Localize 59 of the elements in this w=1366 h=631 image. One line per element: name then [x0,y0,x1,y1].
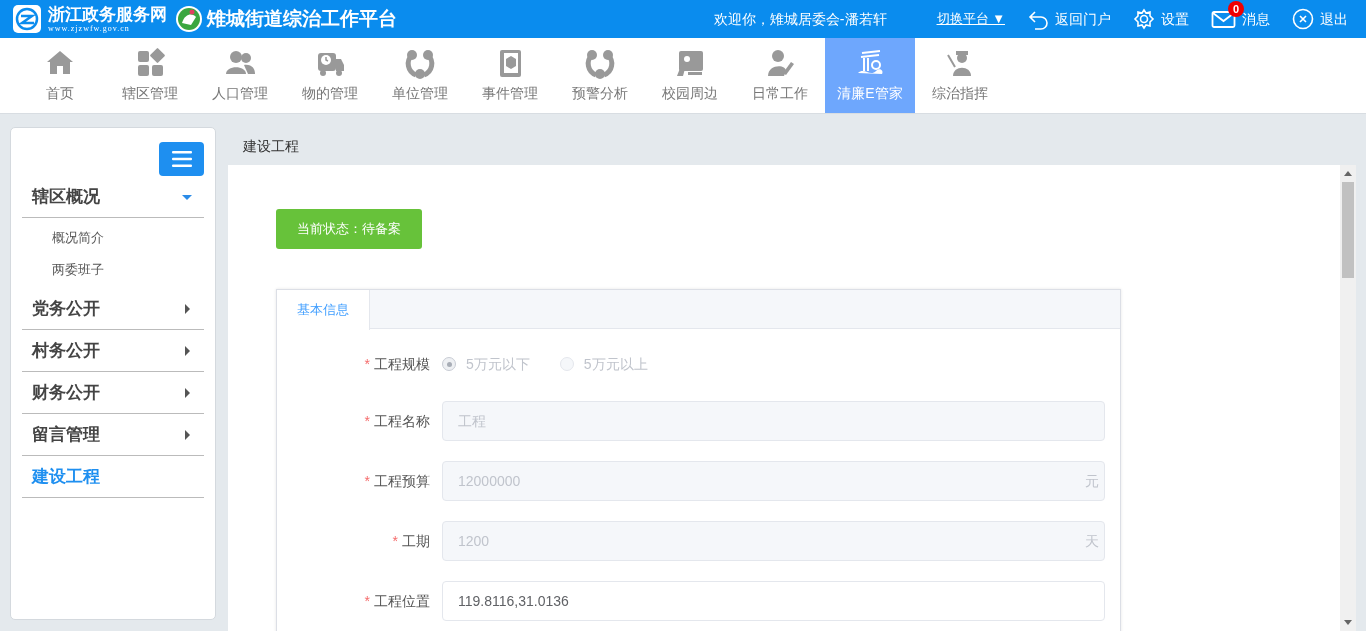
back-button[interactable]: 返回门户 [1027,8,1111,30]
required-mark: * [364,592,370,609]
welcome-text: 欢迎你，雉城居委会-潘若轩 [713,9,887,29]
sidebar-item[interactable]: 党务公开 [22,288,204,330]
menu-button[interactable] [159,142,204,176]
required-mark: * [364,412,370,429]
field-label: * 工期 [391,531,431,551]
caret-right-icon [182,345,192,356]
close-icon [1292,8,1314,30]
field-label: * 工程名称 [363,411,431,431]
input-field[interactable]: 119.8116,31.0136 [442,581,1105,621]
nav-tab[interactable]: 事件管理 [465,38,555,113]
nav-tab[interactable]: 单位管理 [375,38,465,113]
nav-tab[interactable]: 清廉E管家 [825,38,915,113]
portal-logo-icon [12,4,42,34]
sidebar-subitem[interactable]: 概况简介 [22,222,204,254]
switch-platform-link[interactable]: 切换平台 ▼ [936,9,1005,29]
required-mark: * [392,532,398,549]
nodes-icon [584,47,616,79]
logout-button[interactable]: 退出 [1292,8,1348,30]
nav-tab[interactable]: 首页 [15,38,105,113]
platform-logo-icon [175,5,203,33]
sidebar-item[interactable]: 财务公开 [22,372,204,414]
caret-right-icon [182,387,192,398]
sidebar-item[interactable]: 留言管理 [22,414,204,456]
back-arrow-icon [1027,8,1049,30]
nav-tab[interactable]: 物的管理 [285,38,375,113]
nodes-icon [404,47,436,79]
caret-right-icon [182,303,192,314]
scroll-up-icon[interactable] [1344,171,1352,176]
radio-button[interactable] [559,357,574,371]
nav-tab[interactable]: 日常工作 [735,38,825,113]
settings-button[interactable]: 设置 [1133,8,1189,30]
nav-tab[interactable]: 校园周边 [645,38,735,113]
field-label: * 工程预算 [363,471,431,491]
field-label: * 工程规模 [363,354,431,374]
required-mark: * [364,472,370,489]
scrollbar[interactable] [1340,165,1356,631]
sidebar-subitem[interactable]: 两委班子 [22,254,204,286]
portal-name: 浙江政务服务网 [48,5,167,23]
platform-title: 雉城街道综治工作平台 [207,6,397,31]
form-tab[interactable]: 基本信息 [277,290,370,330]
caret-right-icon [182,429,192,440]
nav-tab[interactable]: 辖区管理 [105,38,195,113]
breadcrumb: 建设工程 [243,136,299,156]
scroll-down-icon[interactable] [1344,620,1352,625]
field-label: * 工程位置 [363,591,431,611]
portal-url: www.zjzwfw.gov.cn [48,24,131,33]
sidebar-item[interactable]: 辖区概况 [22,176,204,218]
sidebar-item[interactable]: 村务公开 [22,330,204,372]
nav-tab[interactable]: 人口管理 [195,38,285,113]
sidebar-item[interactable]: 建设工程 [22,456,204,498]
required-mark: * [364,355,370,372]
radio-button[interactable] [442,357,456,371]
menu-icon [171,151,192,167]
nav-tab[interactable]: 综治指挥 [915,38,1005,113]
settings-icon [1133,8,1155,30]
nav-tab[interactable]: 预警分析 [555,38,645,113]
scrollbar-thumb[interactable] [1342,182,1354,278]
